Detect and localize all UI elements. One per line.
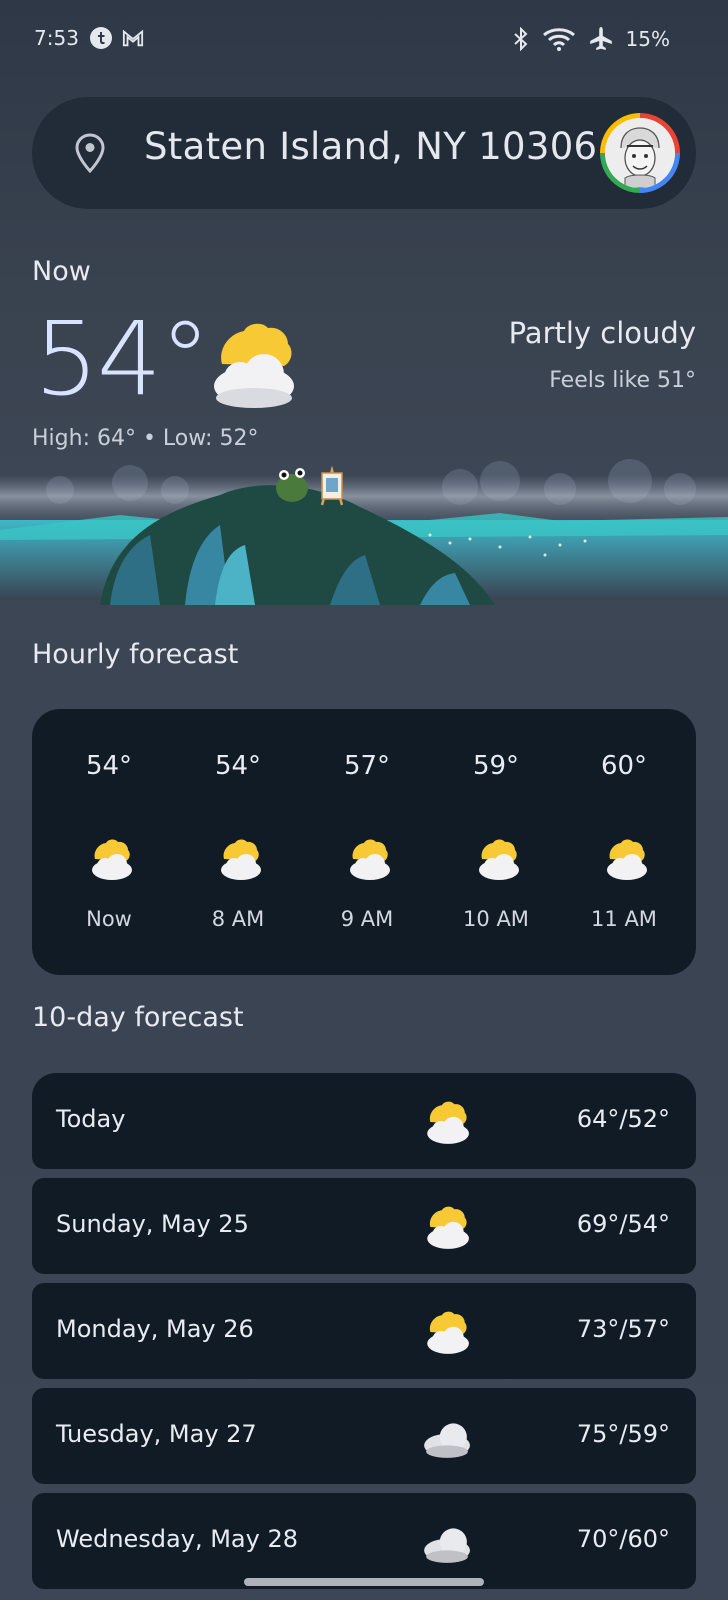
cloudy-icon bbox=[424, 1528, 470, 1563]
hourly-label: 11 AM bbox=[591, 907, 657, 931]
tumblr-icon bbox=[90, 27, 112, 49]
cloudy-icon bbox=[424, 1423, 470, 1458]
hourly-item: 54° Now bbox=[59, 709, 159, 975]
hourly-temp: 54° bbox=[85, 751, 133, 781]
daily-row-today[interactable]: Today 64°/52° bbox=[32, 1073, 696, 1169]
hourly-item: 54° 8 AM bbox=[188, 709, 288, 975]
partly-cloudy-icon bbox=[607, 839, 647, 880]
feels-like-text: Feels like 51° bbox=[549, 368, 696, 393]
avatar-image bbox=[605, 118, 675, 188]
daily-row-tuesday[interactable]: Tuesday, May 27 75°/59° bbox=[32, 1388, 696, 1484]
current-temperature: 54° bbox=[34, 300, 211, 419]
status-time: 7:53 bbox=[34, 26, 79, 50]
partly-cloudy-icon bbox=[92, 839, 132, 880]
hourly-item: 59° 10 AM bbox=[446, 709, 546, 975]
profile-avatar[interactable] bbox=[600, 113, 680, 193]
partly-cloudy-icon bbox=[479, 839, 519, 880]
hourly-label: Now bbox=[86, 907, 132, 931]
partly-cloudy-icon bbox=[427, 1311, 469, 1354]
hourly-label: 9 AM bbox=[340, 907, 394, 931]
high-low-temperature: High: 64° • Low: 52° bbox=[32, 426, 259, 451]
hourly-temp: 57° bbox=[343, 751, 391, 781]
airplane-icon bbox=[589, 27, 612, 50]
hourly-forecast-card[interactable]: 54° Now 54° 8 AM 57° 9 AM 59° 10 AM 60° bbox=[32, 709, 696, 975]
weather-illustration bbox=[0, 459, 728, 605]
daily-row-monday[interactable]: Monday, May 26 73°/57° bbox=[32, 1283, 696, 1379]
hourly-label: 8 AM bbox=[211, 907, 265, 931]
partly-cloudy-icon bbox=[350, 839, 390, 880]
daily-day: Today bbox=[56, 1105, 126, 1133]
daily-temps: 75°/59° bbox=[576, 1420, 670, 1448]
condition-text: Partly cloudy bbox=[508, 316, 696, 350]
status-bar: 7:53 15% bbox=[0, 0, 728, 80]
daily-temps: 69°/54° bbox=[576, 1210, 670, 1238]
hourly-forecast-title: Hourly forecast bbox=[32, 639, 239, 670]
daily-day: Monday, May 26 bbox=[56, 1315, 254, 1343]
partly-cloudy-icon bbox=[427, 1206, 469, 1249]
gmail-icon bbox=[122, 29, 144, 47]
location-text: Staten Island, NY 10306 bbox=[144, 125, 598, 168]
daily-temps: 64°/52° bbox=[576, 1105, 670, 1133]
daily-row-sunday[interactable]: Sunday, May 25 69°/54° bbox=[32, 1178, 696, 1274]
battery-percentage: 15% bbox=[625, 27, 670, 51]
partly-cloudy-icon bbox=[214, 323, 294, 408]
hourly-temp: 59° bbox=[472, 751, 520, 781]
hourly-item: 57° 9 AM bbox=[317, 709, 417, 975]
wifi-icon bbox=[542, 28, 575, 51]
bluetooth-icon bbox=[513, 27, 527, 51]
hourly-temp: 54° bbox=[214, 751, 262, 781]
hourly-label: 10 AM bbox=[463, 907, 529, 931]
status-right: 15% bbox=[512, 26, 670, 52]
location-search-bar[interactable]: Staten Island, NY 10306 bbox=[32, 97, 696, 209]
partly-cloudy-icon bbox=[221, 839, 261, 880]
daily-row-wednesday[interactable]: Wednesday, May 28 70°/60° bbox=[32, 1493, 696, 1589]
daily-day: Sunday, May 25 bbox=[56, 1210, 249, 1238]
partly-cloudy-icon bbox=[427, 1101, 469, 1144]
daily-day: Tuesday, May 27 bbox=[56, 1420, 257, 1448]
hourly-temp: 60° bbox=[600, 751, 648, 781]
ten-day-forecast-title: 10-day forecast bbox=[32, 1002, 244, 1033]
daily-temps: 73°/57° bbox=[576, 1315, 670, 1343]
daily-day: Wednesday, May 28 bbox=[56, 1525, 298, 1553]
daily-temps: 70°/60° bbox=[576, 1525, 670, 1553]
location-pin-icon bbox=[75, 133, 105, 173]
now-label: Now bbox=[32, 256, 91, 287]
gesture-navigation-bar[interactable] bbox=[244, 1578, 484, 1586]
hourly-item: 60° 11 AM bbox=[574, 709, 674, 975]
